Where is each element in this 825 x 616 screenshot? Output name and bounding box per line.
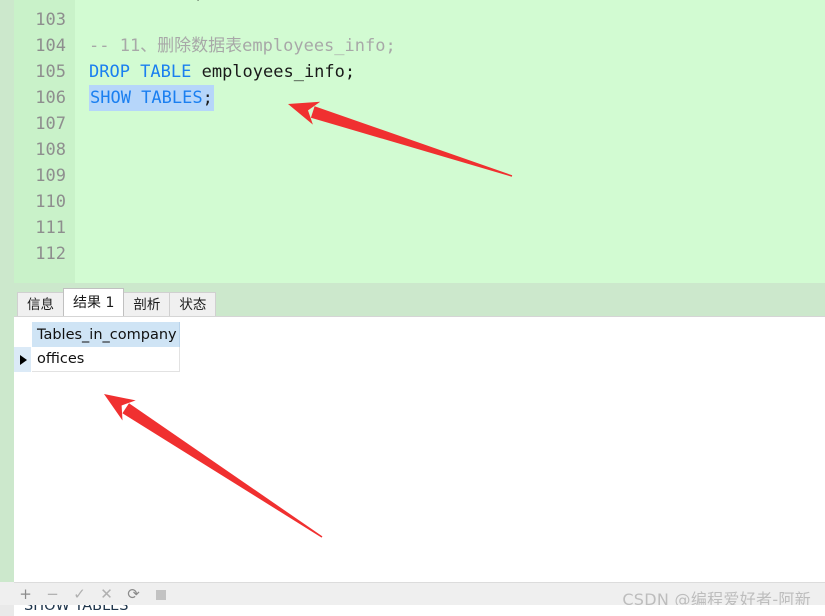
grid-toolbar-buttons: + − ✓ ✕ ⟳ (17, 583, 169, 606)
grid-corner-cell (14, 322, 32, 347)
result-tab[interactable]: 剖析 (123, 292, 171, 316)
code-line[interactable]: DROP TABLE employees_info; (89, 59, 355, 85)
result-grid-panel[interactable]: Tables_in_company offices (14, 316, 825, 583)
result-grid[interactable]: Tables_in_company offices (14, 322, 180, 372)
grid-cell[interactable]: offices (32, 347, 180, 372)
code-token-plain: ; (202, 88, 213, 108)
grid-row[interactable]: offices (14, 347, 180, 372)
line-number: 108 (35, 140, 66, 160)
line-number: 105 (35, 62, 66, 82)
code-text: -- 11、删除数据表employees_info; (89, 36, 396, 56)
line-number: 110 (35, 192, 66, 212)
code-token-comment: -- 11、删除数据表employees_info; (89, 36, 396, 56)
row-arrow-icon (20, 354, 27, 365)
add-record-button[interactable]: + (17, 586, 34, 603)
code-line[interactable]: -- 11、删除数据表employees_info; (89, 33, 396, 59)
result-tab-active[interactable]: 结果 1 (63, 288, 125, 316)
remove-record-button[interactable]: − (44, 586, 61, 603)
line-number: 104 (35, 36, 66, 56)
status-bar-left-filler (0, 605, 14, 616)
footer-left-filler (0, 582, 14, 605)
database-client-window: ; 103 104 -- 11、删除数据表employees_info; 105 DRO… (0, 0, 825, 616)
current-row-marker (14, 347, 32, 372)
selected-statement: SHOW TABLES; (89, 85, 214, 111)
confirm-edit-button[interactable]: ✓ (71, 586, 88, 603)
line-number: 103 (35, 10, 66, 30)
left-green-strip (0, 0, 14, 585)
result-tab-list: 信息 结果 1 剖析 状态 (17, 288, 217, 316)
status-bar: SHOW TABLES (0, 605, 825, 616)
refresh-button[interactable]: ⟳ (125, 586, 142, 603)
code-token-keyword: DROP TABLE (89, 62, 192, 82)
line-number: 107 (35, 114, 66, 134)
cancel-edit-button[interactable]: ✕ (98, 586, 115, 603)
line-number: 109 (35, 166, 66, 186)
grid-column-header[interactable]: Tables_in_company (32, 322, 180, 347)
result-tab[interactable]: 信息 (17, 292, 64, 316)
line-number: 112 (35, 244, 66, 264)
stop-icon (155, 589, 166, 600)
clipped-statement-fragment: ; (194, 0, 204, 6)
code-line[interactable]: SHOW TABLES; (89, 85, 214, 111)
line-number: 111 (35, 218, 66, 238)
code-token-plain: employees_info; (191, 62, 356, 82)
line-number: 106 (35, 88, 66, 108)
sql-editor-pane[interactable]: ; 103 104 -- 11、删除数据表employees_info; 105 DRO… (14, 0, 825, 283)
result-tab[interactable]: 状态 (169, 292, 217, 316)
code-token-keyword: SHOW TABLES (90, 88, 203, 108)
grid-header-row: Tables_in_company (14, 322, 180, 347)
result-tab-bar: 信息 结果 1 剖析 状态 (14, 283, 825, 316)
stop-button[interactable] (152, 586, 169, 603)
code-text: DROP TABLE employees_info; (89, 62, 355, 82)
status-query-text: SHOW TABLES (24, 605, 129, 614)
